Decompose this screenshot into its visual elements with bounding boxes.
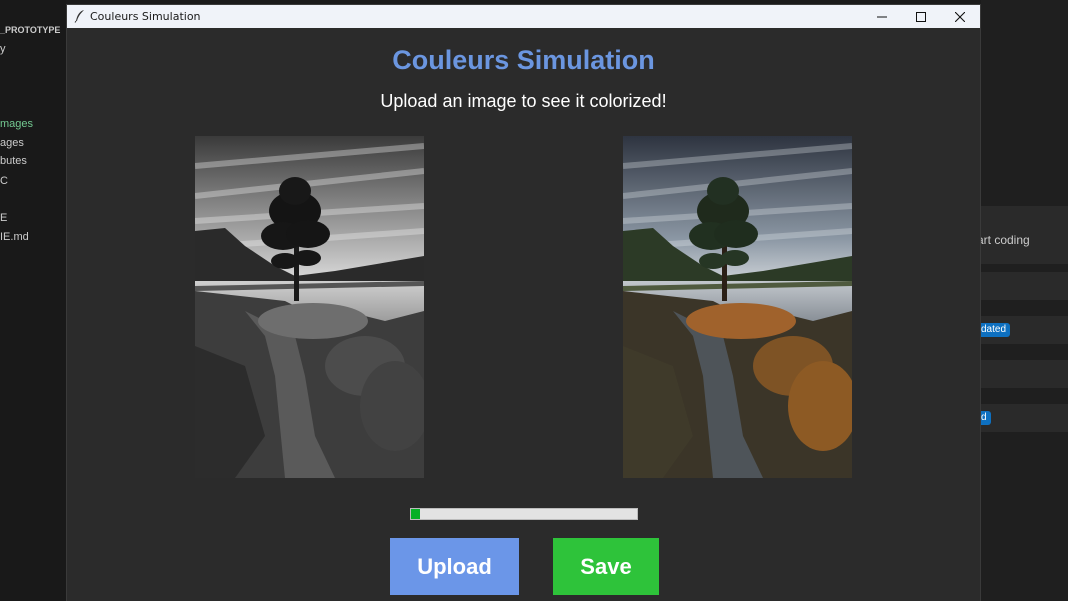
window-title: Couleurs Simulation: [90, 10, 201, 23]
welcome-start-coding-text[interactable]: art coding: [981, 233, 1030, 247]
colorized-image: [623, 136, 852, 478]
explorer-item[interactable]: y: [0, 43, 6, 55]
app-window: Couleurs Simulation Couleurs Simulation …: [66, 4, 981, 601]
progress-bar-fill: [411, 509, 420, 519]
explorer-item[interactable]: E: [0, 212, 7, 224]
explorer-item[interactable]: ages: [0, 137, 24, 149]
background-explorer-panel: _PROTOTYPE y mages ages butes C E IE.md: [0, 0, 66, 601]
close-button[interactable]: [940, 5, 980, 28]
maximize-button[interactable]: [901, 5, 941, 28]
minimize-button[interactable]: [862, 5, 902, 28]
explorer-item[interactable]: butes: [0, 155, 27, 167]
window-titlebar[interactable]: Couleurs Simulation: [67, 5, 980, 28]
minimize-icon: [877, 16, 887, 17]
updated-badge: dated: [981, 323, 1011, 337]
welcome-row: [981, 404, 1068, 432]
app-heading: Couleurs Simulation: [392, 45, 655, 75]
grayscale-landscape-photo: [195, 136, 424, 478]
explorer-item[interactable]: C: [0, 175, 8, 187]
welcome-row: [981, 360, 1068, 388]
background-welcome-panel: art coding dated d: [981, 0, 1068, 601]
colorize-progress-bar: [410, 508, 638, 520]
colorized-landscape-photo: [623, 136, 852, 478]
original-image: [195, 136, 424, 478]
app-content: Couleurs Simulation Upload an image to s…: [67, 28, 980, 601]
close-icon: [955, 11, 965, 22]
welcome-row: [981, 272, 1068, 300]
status-badge: d: [981, 411, 991, 425]
feather-icon: [74, 10, 84, 23]
explorer-item[interactable]: IE.md: [0, 231, 29, 243]
maximize-icon: [916, 11, 926, 22]
explorer-item[interactable]: mages: [0, 118, 33, 130]
app-subheading: Upload an image to see it colorized!: [380, 91, 667, 111]
save-button[interactable]: Save: [553, 538, 659, 595]
upload-button[interactable]: Upload: [390, 538, 519, 595]
explorer-item[interactable]: _PROTOTYPE: [0, 25, 60, 35]
